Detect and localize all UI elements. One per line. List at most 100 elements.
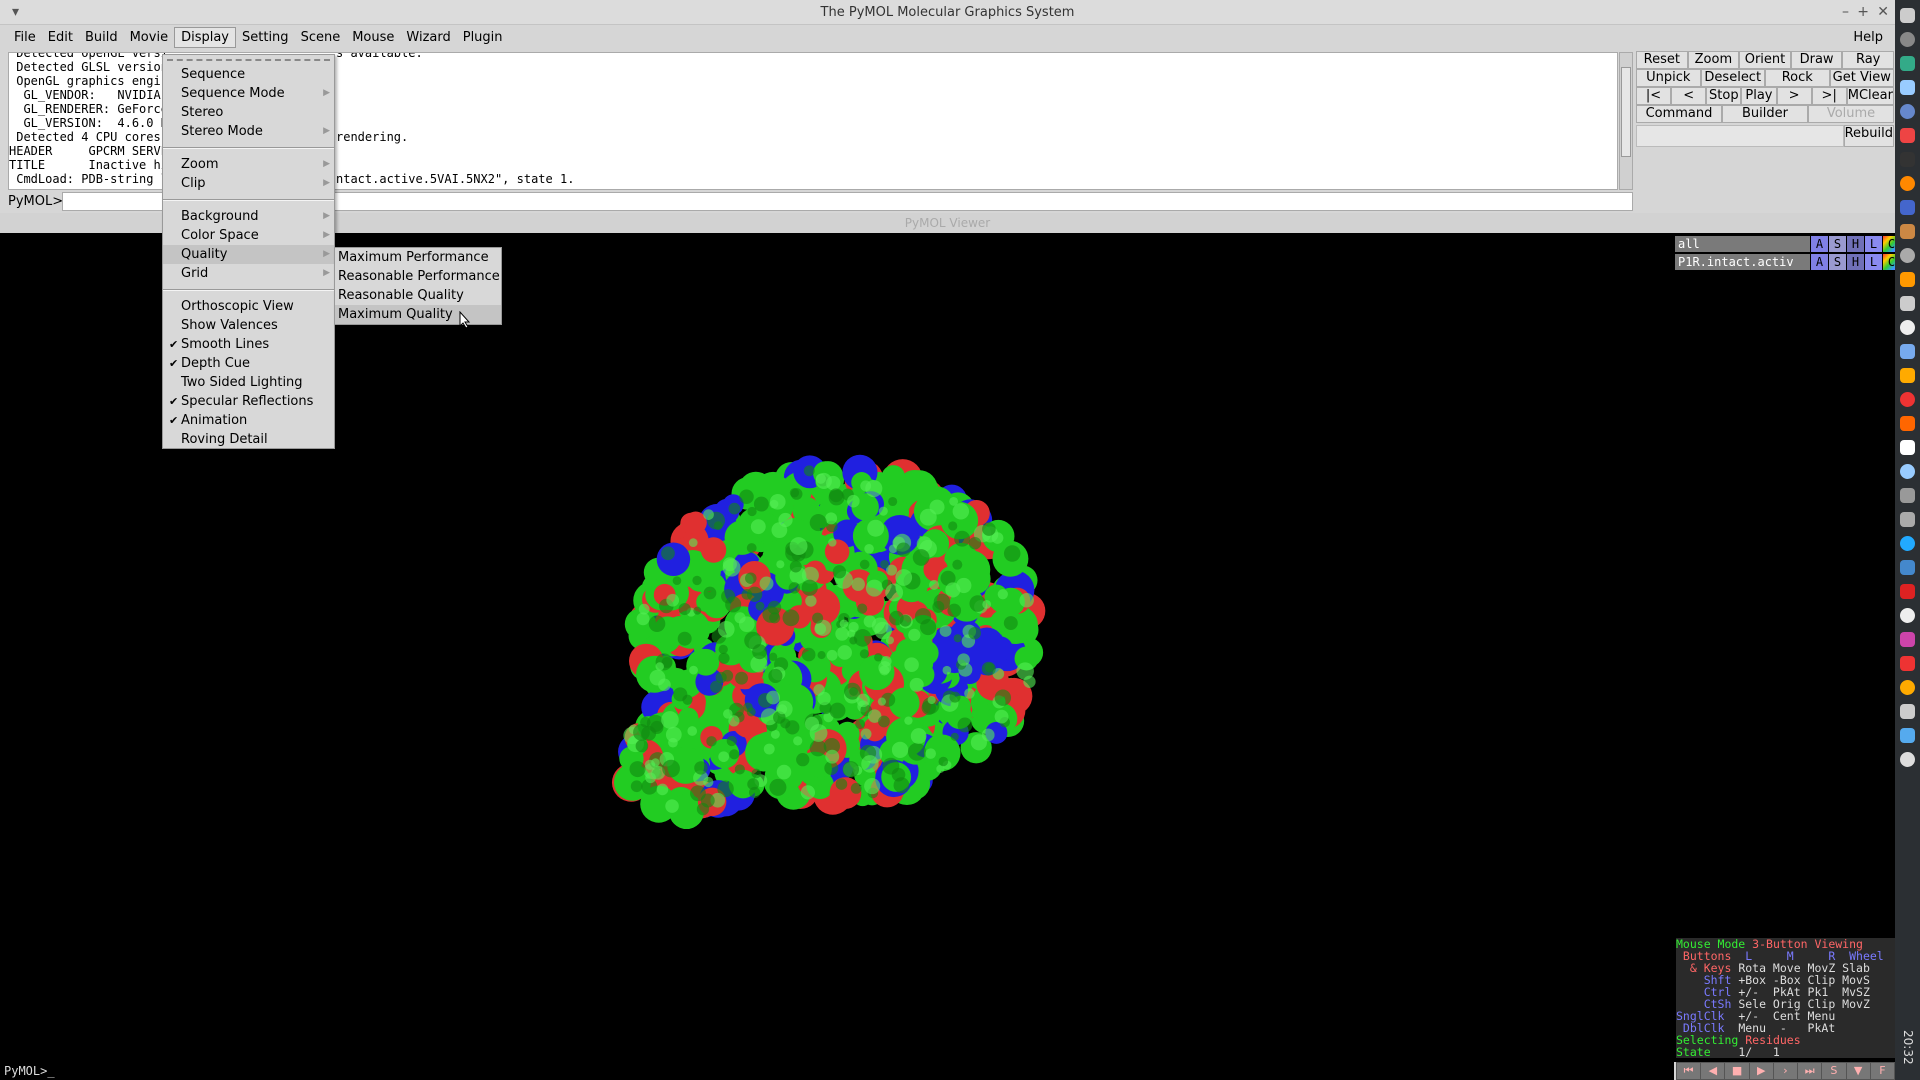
button-[interactable]: < xyxy=(1671,87,1707,105)
button-orient[interactable]: Orient xyxy=(1739,51,1791,69)
menu-help[interactable]: Help xyxy=(1847,28,1889,47)
menu-file[interactable]: File xyxy=(8,28,42,47)
menu-scene[interactable]: Scene xyxy=(295,28,347,47)
menu-item-show-valences[interactable]: Show Valences xyxy=(163,316,334,335)
button-draw[interactable]: Draw xyxy=(1790,51,1843,69)
dock-app-icon[interactable] xyxy=(1900,656,1915,671)
object-row[interactable]: all A S H L C xyxy=(1675,236,1900,252)
movie-control-button[interactable]: ▶ xyxy=(1749,1063,1773,1079)
dock-app-icon[interactable] xyxy=(1900,56,1915,71)
menu-item-animation[interactable]: ✔ Animation xyxy=(163,411,334,430)
close-icon[interactable]: ✕ xyxy=(1877,0,1889,25)
menu-build[interactable]: Build xyxy=(79,28,124,47)
dock-app-icon[interactable] xyxy=(1900,608,1915,623)
menu-item-smooth-lines[interactable]: ✔ Smooth Lines xyxy=(163,335,334,354)
button-unpick[interactable]: Unpick xyxy=(1636,69,1701,87)
menu-item-sequence-mode[interactable]: Sequence Mode ▶ xyxy=(163,84,334,103)
menu-item-clip[interactable]: Clip ▶ xyxy=(163,174,334,193)
rebuild-input[interactable] xyxy=(1636,125,1844,147)
scrollbar-thumb[interactable] xyxy=(1621,67,1631,157)
output-scrollbar[interactable] xyxy=(1619,52,1633,190)
menu-movie[interactable]: Movie xyxy=(124,28,174,47)
dock-app-icon[interactable] xyxy=(1900,584,1915,599)
button-volume[interactable]: Volume xyxy=(1808,105,1894,123)
button-ray[interactable]: Ray xyxy=(1842,51,1894,69)
movie-control-button[interactable]: ⏮ xyxy=(1677,1063,1701,1079)
menu-item-zoom[interactable]: Zoom ▶ xyxy=(163,155,334,174)
dock-app-icon[interactable] xyxy=(1900,416,1915,431)
object-name[interactable]: P1R.intact.activ xyxy=(1675,254,1810,270)
menu-setting[interactable]: Setting xyxy=(236,28,295,47)
movie-control-button[interactable]: ▼ xyxy=(1846,1063,1870,1079)
button-[interactable]: > xyxy=(1776,87,1812,105)
dock-app-icon[interactable] xyxy=(1900,704,1915,719)
button-builder[interactable]: Builder xyxy=(1722,105,1808,123)
viewer-command-line[interactable]: PyMOL>_ xyxy=(0,1062,1674,1080)
movie-control-button[interactable]: S xyxy=(1822,1063,1846,1079)
dock-app-icon[interactable] xyxy=(1900,488,1915,503)
object-a-button[interactable]: A xyxy=(1811,254,1828,270)
object-h-button[interactable]: H xyxy=(1847,254,1864,270)
rebuild-button[interactable]: Rebuild xyxy=(1843,125,1894,147)
menu-item-stereo[interactable]: Stereo xyxy=(163,103,334,122)
menu-item-depth-cue[interactable]: ✔ Depth Cue xyxy=(163,354,334,373)
menu-item-grid[interactable]: Grid ▶ xyxy=(163,264,334,283)
menu-item-specular-reflections[interactable]: ✔ Specular Reflections xyxy=(163,392,334,411)
dock-app-icon[interactable] xyxy=(1900,344,1915,359)
movie-control-button[interactable]: ■ xyxy=(1725,1063,1749,1079)
dock-app-icon[interactable] xyxy=(1900,536,1915,551)
button-[interactable]: |< xyxy=(1636,87,1672,105)
menu-item-stereo-mode[interactable]: Stereo Mode ▶ xyxy=(163,122,334,141)
button-command[interactable]: Command xyxy=(1636,105,1722,123)
object-l-button[interactable]: L xyxy=(1865,236,1882,252)
button-stop[interactable]: Stop xyxy=(1706,87,1742,105)
menu-plugin[interactable]: Plugin xyxy=(457,28,509,47)
menu-item-color-space[interactable]: Color Space ▶ xyxy=(163,226,334,245)
button-[interactable]: >| xyxy=(1811,87,1847,105)
window-menu-icon[interactable]: ▾ xyxy=(12,0,19,25)
menu-item-background[interactable]: Background ▶ xyxy=(163,207,334,226)
dock-app-icon[interactable] xyxy=(1900,32,1915,47)
dock-app-icon[interactable] xyxy=(1900,224,1915,239)
menu-edit[interactable]: Edit xyxy=(42,28,79,47)
button-reset[interactable]: Reset xyxy=(1636,51,1688,69)
menu-mouse[interactable]: Mouse xyxy=(346,28,400,47)
dock-app-icon[interactable] xyxy=(1900,8,1915,23)
dock-app-icon[interactable] xyxy=(1900,752,1915,767)
button-deselect[interactable]: Deselect xyxy=(1700,69,1765,87)
menu-item-quality[interactable]: Quality ▶ xyxy=(163,245,334,264)
button-rock[interactable]: Rock xyxy=(1765,69,1830,87)
movie-control-button[interactable]: › xyxy=(1773,1063,1798,1079)
button-mclear[interactable]: MClear xyxy=(1846,87,1894,105)
quality-maximum-performance[interactable]: Maximum Performance xyxy=(335,248,501,267)
menu-display[interactable]: Display xyxy=(174,26,236,48)
dock-app-icon[interactable] xyxy=(1900,320,1915,335)
button-play[interactable]: Play xyxy=(1741,87,1777,105)
tearoff-line[interactable] xyxy=(167,55,330,61)
menu-item-roving-detail[interactable]: Roving Detail xyxy=(163,430,334,449)
menu-item-sequence[interactable]: Sequence xyxy=(163,65,334,84)
menu-wizard[interactable]: Wizard xyxy=(400,28,456,47)
object-name[interactable]: all xyxy=(1675,236,1810,252)
dock-app-icon[interactable] xyxy=(1900,200,1915,215)
dock-app-icon[interactable] xyxy=(1900,368,1915,383)
quality-reasonable-quality[interactable]: Reasonable Quality xyxy=(335,286,501,305)
dock-app-icon[interactable] xyxy=(1900,728,1915,743)
object-h-button[interactable]: H xyxy=(1847,236,1864,252)
quality-maximum-quality[interactable]: Maximum Quality xyxy=(335,305,501,324)
quality-reasonable-performance[interactable]: Reasonable Performance xyxy=(335,267,501,286)
dock-app-icon[interactable] xyxy=(1900,440,1915,455)
dock-app-icon[interactable] xyxy=(1900,152,1915,167)
dock-app-icon[interactable] xyxy=(1900,272,1915,287)
dock-app-icon[interactable] xyxy=(1900,104,1915,119)
dock-app-icon[interactable] xyxy=(1900,176,1915,191)
dock-app-icon[interactable] xyxy=(1900,80,1915,95)
dock-app-icon[interactable] xyxy=(1900,128,1915,143)
dock-app-icon[interactable] xyxy=(1900,248,1915,263)
movie-control-button[interactable]: ◀ xyxy=(1701,1063,1725,1079)
object-row[interactable]: P1R.intact.activ A S H L C xyxy=(1675,254,1900,270)
button-getview[interactable]: Get View xyxy=(1829,69,1894,87)
object-s-button[interactable]: S xyxy=(1829,254,1846,270)
dock-app-icon[interactable] xyxy=(1900,512,1915,527)
object-a-button[interactable]: A xyxy=(1811,236,1828,252)
